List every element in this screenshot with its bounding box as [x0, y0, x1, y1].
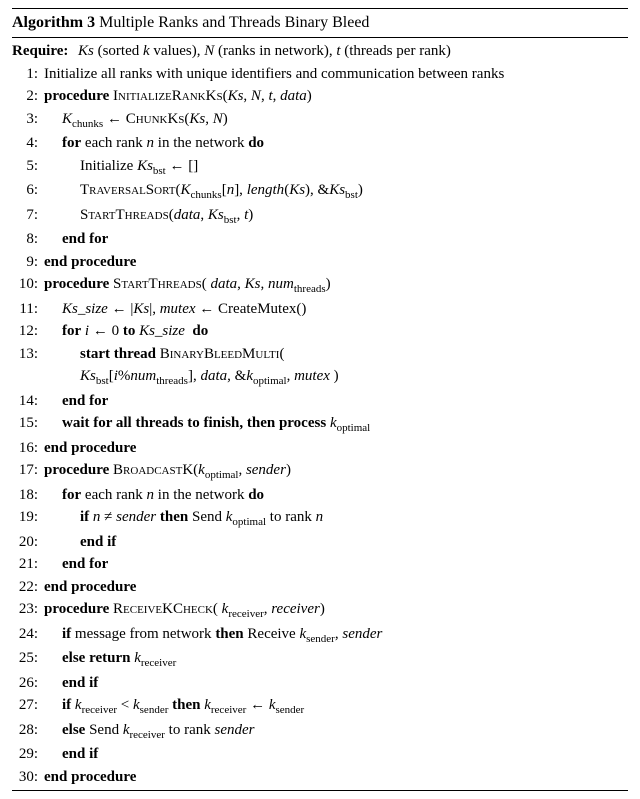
line-number: 14: — [12, 390, 44, 413]
line-number: 7: — [12, 204, 44, 229]
line-number: 11: — [12, 298, 44, 321]
algo-line: 23:procedure ReceiveKCheck( kreceiver, r… — [12, 598, 628, 623]
line-number: 26: — [12, 672, 44, 695]
line-number: 12: — [12, 320, 44, 343]
line-number: 2: — [12, 85, 44, 108]
line-content: Initialize Ksbst ← [] — [44, 155, 628, 180]
algorithm-title: Algorithm 3 Multiple Ranks and Threads B… — [12, 9, 628, 38]
line-number: 29: — [12, 743, 44, 766]
line-content: procedure InitializeRankKs(Ks, N, t, dat… — [44, 85, 628, 108]
line-number: 30: — [12, 766, 44, 789]
line-content: Kchunks ← ChunkKs(Ks, N) — [44, 108, 628, 133]
algo-line: 15:wait for all threads to finish, then … — [12, 412, 628, 437]
line-number: 28: — [12, 719, 44, 744]
line-number: 18: — [12, 484, 44, 507]
algo-line: 10:procedure StartThreads( data, Ks, num… — [12, 273, 628, 298]
line-number: 15: — [12, 412, 44, 437]
line-number: 1: — [12, 63, 44, 86]
algorithm-number: Algorithm 3 — [12, 14, 95, 31]
line-content: Ks_size ← |Ks|, mutex ← CreateMutex() — [44, 298, 628, 321]
line-number: 27: — [12, 694, 44, 719]
algo-line: 18:for each rank n in the network do — [12, 484, 628, 507]
algo-line: 26:end if — [12, 672, 628, 695]
line-number: 19: — [12, 506, 44, 531]
line-content: end for — [44, 390, 628, 413]
line-content: StartThreads(data, Ksbst, t) — [44, 204, 628, 229]
line-content: else Send kreceiver to rank sender — [44, 719, 628, 744]
algo-line: 16:end procedure — [12, 437, 628, 460]
line-content: procedure BroadcastK(koptimal, sender) — [44, 459, 628, 484]
line-number: 16: — [12, 437, 44, 460]
algo-line: 4:for each rank n in the network do — [12, 132, 628, 155]
line-number: 25: — [12, 647, 44, 672]
algo-line: 22:end procedure — [12, 576, 628, 599]
line-content: end procedure — [44, 576, 628, 599]
algo-line: 28:else Send kreceiver to rank sender — [12, 719, 628, 744]
algo-line: 9:end procedure — [12, 251, 628, 274]
line-content: end for — [44, 228, 628, 251]
algo-line: 7:StartThreads(data, Ksbst, t) — [12, 204, 628, 229]
line-number: 6: — [12, 179, 44, 204]
line-content: start thread BinaryBleedMulti(Ksbst[i%nu… — [44, 343, 628, 390]
line-content: end if — [44, 531, 628, 554]
algo-line: 3:Kchunks ← ChunkKs(Ks, N) — [12, 108, 628, 133]
algo-line: 30:end procedure — [12, 766, 628, 789]
algo-line: 1:Initialize all ranks with unique ident… — [12, 63, 628, 86]
algorithm-body: Require: Ks (sorted k values), N (ranks … — [12, 38, 628, 790]
algo-line: 5:Initialize Ksbst ← [] — [12, 155, 628, 180]
line-content: for each rank n in the network do — [44, 484, 628, 507]
line-number: 10: — [12, 273, 44, 298]
algo-line: 14:end for — [12, 390, 628, 413]
line-number: 17: — [12, 459, 44, 484]
line-number: 23: — [12, 598, 44, 623]
require-label: Require: — [12, 40, 78, 63]
line-number: 3: — [12, 108, 44, 133]
line-number: 24: — [12, 623, 44, 648]
require-line: Require: Ks (sorted k values), N (ranks … — [12, 40, 628, 63]
require-text: Ks (sorted k values), N (ranks in networ… — [78, 40, 628, 63]
algo-line: 24:if message from network then Receive … — [12, 623, 628, 648]
line-content: end procedure — [44, 766, 628, 789]
line-number: 13: — [12, 343, 44, 390]
algo-line: 17:procedure BroadcastK(koptimal, sender… — [12, 459, 628, 484]
algo-line: 8:end for — [12, 228, 628, 251]
line-number: 5: — [12, 155, 44, 180]
algo-line: 27:if kreceiver < ksender then kreceiver… — [12, 694, 628, 719]
algorithm-box: Algorithm 3 Multiple Ranks and Threads B… — [12, 8, 628, 791]
line-content: procedure StartThreads( data, Ks, numthr… — [44, 273, 628, 298]
line-content: Initialize all ranks with unique identif… — [44, 63, 628, 86]
line-content: end for — [44, 553, 628, 576]
line-content: for i ← 0 to Ks_size do — [44, 320, 628, 343]
line-content: procedure ReceiveKCheck( kreceiver, rece… — [44, 598, 628, 623]
algo-line: 20:end if — [12, 531, 628, 554]
line-number: 8: — [12, 228, 44, 251]
line-content: end procedure — [44, 437, 628, 460]
algo-line: 29:end if — [12, 743, 628, 766]
line-content: end procedure — [44, 251, 628, 274]
algo-line: 6:TraversalSort(Kchunks[n], length(Ks), … — [12, 179, 628, 204]
line-content: end if — [44, 672, 628, 695]
line-content: TraversalSort(Kchunks[n], length(Ks), &K… — [44, 179, 628, 204]
line-content: wait for all threads to finish, then pro… — [44, 412, 628, 437]
line-number: 20: — [12, 531, 44, 554]
line-content: for each rank n in the network do — [44, 132, 628, 155]
algo-line: 13:start thread BinaryBleedMulti(Ksbst[i… — [12, 343, 628, 390]
algo-line: 2:procedure InitializeRankKs(Ks, N, t, d… — [12, 85, 628, 108]
line-content: if message from network then Receive kse… — [44, 623, 628, 648]
line-content: if n ≠ sender then Send koptimal to rank… — [44, 506, 628, 531]
algo-line: 12:for i ← 0 to Ks_size do — [12, 320, 628, 343]
line-number: 9: — [12, 251, 44, 274]
line-content: else return kreceiver — [44, 647, 628, 672]
line-number: 21: — [12, 553, 44, 576]
algorithm-name: Multiple Ranks and Threads Binary Bleed — [95, 14, 369, 31]
algo-line: 21:end for — [12, 553, 628, 576]
line-number: 22: — [12, 576, 44, 599]
algo-line: 19:if n ≠ sender then Send koptimal to r… — [12, 506, 628, 531]
line-number: 4: — [12, 132, 44, 155]
line-content: if kreceiver < ksender then kreceiver ← … — [44, 694, 628, 719]
lines-table: 1:Initialize all ranks with unique ident… — [12, 63, 628, 789]
algo-line: 11:Ks_size ← |Ks|, mutex ← CreateMutex() — [12, 298, 628, 321]
line-content: end if — [44, 743, 628, 766]
algo-line: 25:else return kreceiver — [12, 647, 628, 672]
